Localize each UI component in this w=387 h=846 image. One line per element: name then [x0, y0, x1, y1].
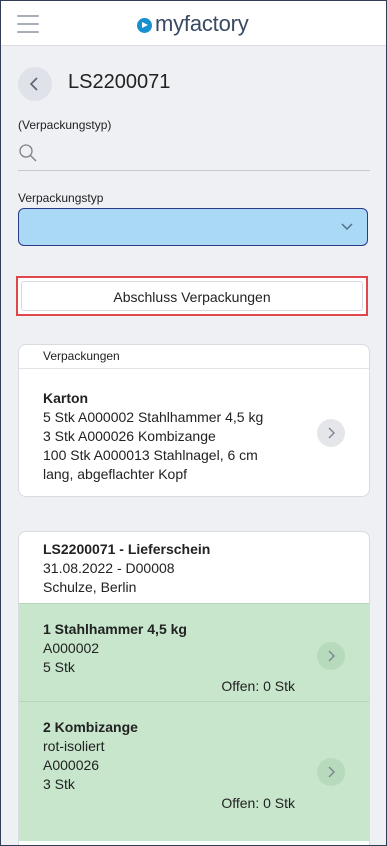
position-title: 1 Stahlhammer 4,5 kg	[43, 621, 187, 637]
search-label: (Verpackungstyp)	[18, 118, 112, 132]
back-button[interactable]	[18, 67, 52, 101]
position-open-button[interactable]	[317, 758, 345, 786]
top-bar: myfactory	[1, 1, 386, 46]
search-input[interactable]	[42, 141, 362, 167]
app-logo: myfactory	[137, 10, 249, 38]
verpackungstyp-select[interactable]	[18, 208, 368, 246]
search-icon	[19, 144, 37, 162]
packages-card: Verpackungen Karton 5 Stk A000002 Stahlh…	[18, 344, 370, 497]
position-line: 5 Stk	[43, 659, 75, 675]
document-header: LS2200071 - Lieferschein 31.08.2022 - D0…	[19, 532, 369, 603]
package-line: lang, abgeflachter Kopf	[43, 466, 187, 482]
document-date: 31.08.2022 - D00008	[43, 560, 175, 576]
document-card: LS2200071 - Lieferschein 31.08.2022 - D0…	[18, 531, 370, 845]
back-arrow-icon	[29, 77, 38, 91]
position-row[interactable]: 2 Kombizange rot-isoliert A000026 3 Stk …	[19, 701, 369, 841]
position-open-qty: Offen: 0 Stk	[221, 678, 295, 694]
package-line: 5 Stk A000002 Stahlhammer 4,5 kg	[43, 409, 264, 425]
chevron-right-icon	[328, 427, 335, 439]
position-open-qty: Offen: 0 Stk	[221, 795, 295, 811]
position-line: A000002	[43, 640, 100, 656]
chevron-down-icon	[341, 223, 353, 230]
package-line: 3 Stk A000026 Kombizange	[43, 428, 216, 444]
document-title: LS2200071 - Lieferschein	[43, 541, 211, 557]
document-customer: Schulze, Berlin	[43, 579, 137, 595]
page-title: LS2200071	[68, 71, 171, 93]
package-line: 100 Stk A000013 Stahlnagel, 6 cm	[43, 447, 258, 463]
packages-heading: Verpackungen	[19, 345, 369, 369]
position-line: rot-isoliert	[43, 738, 105, 754]
search-field[interactable]	[18, 141, 370, 171]
content-area[interactable]: LS2200071 (Verpackungstyp) Verpackungsty…	[1, 47, 386, 845]
highlight-outline: Abschluss Verpackungen	[16, 276, 368, 316]
package-open-button[interactable]	[317, 419, 345, 447]
position-line: 3 Stk	[43, 776, 75, 792]
abschluss-verpackungen-button[interactable]: Abschluss Verpackungen	[21, 281, 363, 311]
chevron-right-icon	[328, 650, 335, 662]
chevron-right-icon	[328, 766, 335, 778]
position-row[interactable]: 1 Stahlhammer 4,5 kg A000002 5 Stk Offen…	[19, 603, 369, 701]
select-label: Verpackungstyp	[18, 191, 104, 205]
position-title: 2 Kombizange	[43, 719, 138, 735]
logo-text: myfactory	[155, 11, 249, 36]
logo-play-icon	[137, 17, 152, 33]
position-line: A000026	[43, 757, 100, 773]
hamburger-icon[interactable]	[17, 15, 39, 33]
package-name: Karton	[43, 390, 89, 406]
position-open-button[interactable]	[317, 642, 345, 670]
package-item[interactable]: Karton 5 Stk A000002 Stahlhammer 4,5 kg …	[19, 369, 369, 496]
